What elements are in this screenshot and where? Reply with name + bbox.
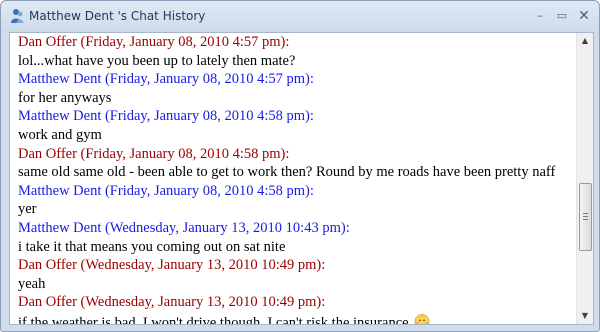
- message-text-content: work and gym: [18, 126, 102, 143]
- maximize-button[interactable]: ▭: [551, 7, 573, 25]
- thumb-grip-line: [583, 216, 588, 217]
- scroll-up-button[interactable]: ▲: [577, 33, 593, 49]
- chat-history-panel[interactable]: Dan Offer (Friday, January 08, 2010 4:57…: [9, 32, 594, 325]
- message-text-content: same old same old - been able to get to …: [18, 164, 556, 181]
- message-text: work and gym: [18, 126, 578, 145]
- message-text-content: yer: [18, 201, 37, 218]
- message-header: Dan Offer (Wednesday, January 13, 2010 1…: [18, 257, 326, 274]
- maximize-icon: ▭: [556, 9, 568, 22]
- message-text: same old same old - been able to get to …: [18, 163, 578, 182]
- message-text: yeah: [18, 275, 578, 294]
- thumb-grip-line: [583, 213, 588, 214]
- message-list: Dan Offer (Friday, January 08, 2010 4:57…: [18, 33, 578, 325]
- message-text-content: for her anyways: [18, 89, 112, 106]
- message-text: for her anyways: [18, 89, 578, 108]
- message-text-content: if the weather is bad, I won't drive tho…: [18, 314, 409, 325]
- blushing-smiley-icon: [413, 312, 431, 324]
- title-bar[interactable]: Matthew Dent 's Chat History – ▭ ✕: [1, 1, 599, 31]
- scroll-down-button[interactable]: ▼: [577, 308, 593, 324]
- message-header: Matthew Dent (Friday, January 08, 2010 4…: [18, 71, 314, 88]
- close-button[interactable]: ✕: [573, 7, 595, 25]
- scrollbar-thumb[interactable]: [579, 183, 592, 251]
- vertical-scrollbar[interactable]: ▲ ▼: [576, 33, 593, 324]
- messenger-icon: [9, 8, 25, 24]
- message-header: Matthew Dent (Friday, January 08, 2010 4…: [18, 108, 314, 125]
- message-header: Dan Offer (Friday, January 08, 2010 4:57…: [18, 34, 290, 50]
- close-icon: ✕: [578, 8, 590, 24]
- message-header: Dan Offer (Wednesday, January 13, 2010 1…: [18, 294, 326, 311]
- thumb-grip-line: [583, 219, 588, 220]
- scroll-down-arrow-icon: ▼: [581, 311, 589, 320]
- window-title: Matthew Dent 's Chat History: [29, 9, 206, 23]
- message-header: Matthew Dent (Friday, January 08, 2010 4…: [18, 182, 314, 199]
- message-text-content: yeah: [18, 275, 46, 292]
- message-text: yer: [18, 200, 578, 219]
- minimize-button[interactable]: –: [529, 7, 551, 25]
- minimize-icon: –: [537, 9, 543, 22]
- scroll-up-arrow-icon: ▲: [581, 36, 589, 45]
- message-header: Dan Offer (Friday, January 08, 2010 4:58…: [18, 145, 290, 162]
- message-header: Matthew Dent (Wednesday, January 13, 201…: [18, 219, 350, 236]
- message-text-content: i take it that means you coming out on s…: [18, 238, 286, 255]
- message-text: lol...what have you been up to lately th…: [18, 52, 578, 71]
- chat-history-window: Matthew Dent 's Chat History – ▭ ✕ Dan O…: [0, 0, 600, 332]
- message-text: if the weather is bad, I won't drive tho…: [18, 312, 578, 325]
- message-text: i take it that means you coming out on s…: [18, 238, 578, 257]
- message-text-content: lol...what have you been up to lately th…: [18, 52, 296, 69]
